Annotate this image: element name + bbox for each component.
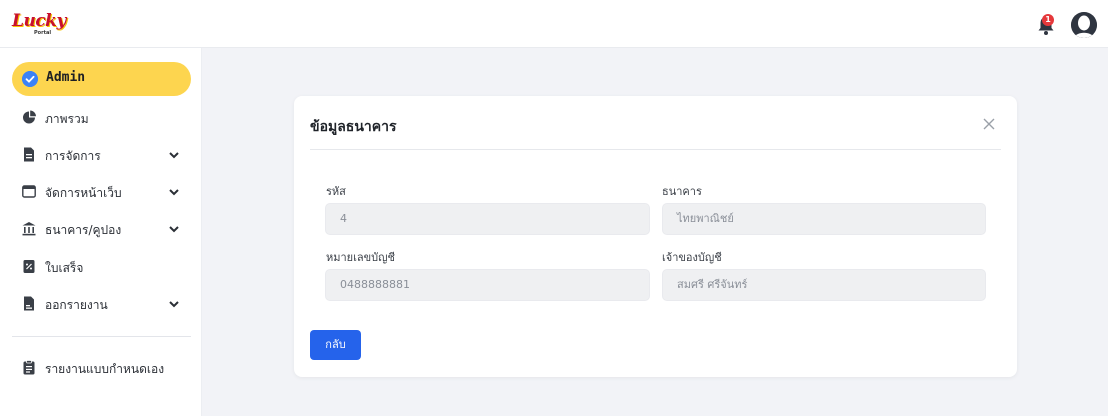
card-divider xyxy=(310,149,1001,150)
sidebar-item-label: Admin xyxy=(46,70,86,85)
sidebar-item-reports[interactable]: ออกรายงาน xyxy=(12,289,191,319)
chevron-down-icon xyxy=(169,152,179,159)
bank-info-card: ข้อมูลธนาคาร รหัส 4 ธนาคาร ไทยพาณิชย์ หม… xyxy=(294,96,1017,377)
browser-window-icon xyxy=(22,185,36,198)
chevron-down-icon xyxy=(169,226,179,233)
chevron-down-icon xyxy=(169,301,179,308)
sidebar-item-label: การจัดการ xyxy=(45,149,101,163)
sidebar-item-label: ภาพรวม xyxy=(45,112,89,126)
notification-badge: 1 xyxy=(1042,14,1054,26)
code-field[interactable]: 4 xyxy=(325,203,650,235)
back-button[interactable]: กลับ xyxy=(310,330,361,360)
pie-chart-icon xyxy=(23,110,36,124)
account-owner-label: เจ้าของบัญชี xyxy=(662,251,722,264)
bank-icon xyxy=(22,222,36,236)
account-number-field[interactable]: 0488888881 xyxy=(325,269,650,301)
user-silhouette-icon xyxy=(1071,12,1097,38)
close-icon[interactable] xyxy=(982,117,996,131)
card-title: ข้อมูลธนาคาร xyxy=(310,119,397,135)
sidebar-item-web-pages[interactable]: จัดการหน้าเว็บ xyxy=(12,177,191,207)
document-icon xyxy=(24,147,34,162)
user-avatar[interactable] xyxy=(1071,12,1097,38)
sidebar-item-receipts[interactable]: ใบเสร็จ xyxy=(12,252,191,282)
sidebar-item-overview[interactable]: ภาพรวม xyxy=(12,103,191,133)
sidebar-item-bank-coupon[interactable]: ธนาคาร/คูปอง xyxy=(12,214,191,244)
code-label: รหัส xyxy=(326,185,346,198)
sidebar-divider xyxy=(12,336,191,337)
bank-field[interactable]: ไทยพาณิชย์ xyxy=(662,203,986,235)
brand-logo[interactable]: Lucky Portal xyxy=(12,12,66,38)
bank-label: ธนาคาร xyxy=(662,185,702,198)
sidebar: Admin ภาพรวม การจัดการ จัดการหน้าเว็บ ธน… xyxy=(0,48,202,416)
account-owner-field[interactable]: สมศรี ศรีจันทร์ xyxy=(662,269,986,301)
logo-subtext: Portal xyxy=(34,30,52,36)
account-number-label: หมายเลขบัญชี xyxy=(326,251,395,264)
sidebar-item-label: จัดการหน้าเว็บ xyxy=(45,186,122,200)
sidebar-item-label: รายงานแบบกำหนดเอง xyxy=(45,362,165,376)
receipt-icon xyxy=(23,260,35,273)
sidebar-item-management[interactable]: การจัดการ xyxy=(12,140,191,170)
report-file-icon xyxy=(24,296,34,311)
sidebar-item-admin[interactable]: Admin xyxy=(12,62,191,96)
check-circle-icon xyxy=(22,71,38,87)
sidebar-item-label: ใบเสร็จ xyxy=(45,261,84,275)
top-bar: Lucky Portal 1 xyxy=(0,0,1108,48)
sidebar-item-label: ธนาคาร/คูปอง xyxy=(45,223,122,237)
sidebar-item-label: ออกรายงาน xyxy=(45,298,108,312)
sidebar-item-custom-report[interactable]: รายงานแบบกำหนดเอง xyxy=(12,353,191,383)
logo-text: Lucky xyxy=(12,11,66,31)
chevron-down-icon xyxy=(169,189,179,196)
clipboard-icon xyxy=(23,360,35,375)
